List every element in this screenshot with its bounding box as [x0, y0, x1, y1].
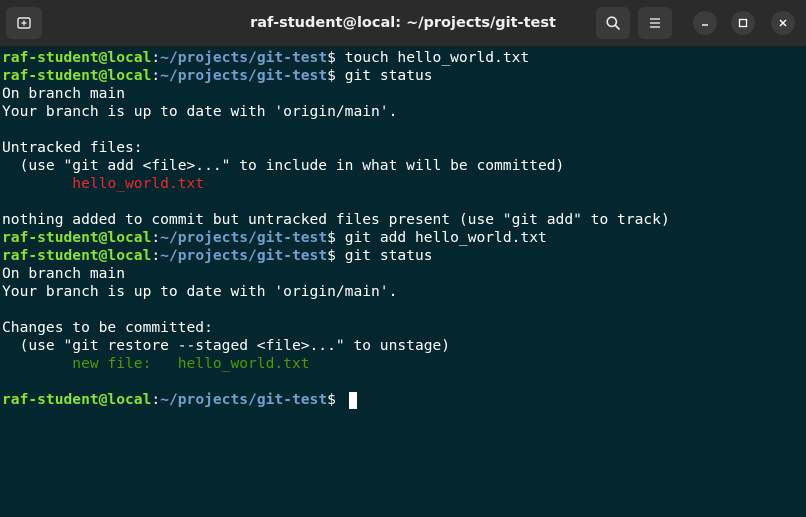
prompt-user-host: raf-student@local: [2, 49, 152, 66]
prompt-user-host: raf-student@local: [2, 247, 152, 264]
title-bar[interactable]: raf-student@local: ~/projects/git-test: [0, 0, 806, 47]
command-text: git status: [344, 67, 433, 84]
search-icon: [605, 15, 621, 31]
prompt-symbol: $: [327, 49, 345, 66]
prompt-symbol: $: [327, 229, 345, 246]
output-line: Your branch is up to date with 'origin/m…: [2, 283, 398, 300]
close-icon: [778, 18, 788, 28]
output-line: Untracked files:: [2, 139, 143, 156]
menu-button[interactable]: [638, 7, 672, 39]
prompt-path: ~/projects/git-test: [160, 49, 328, 66]
prompt-separator: :: [151, 391, 161, 408]
prompt-path: ~/projects/git-test: [160, 247, 328, 264]
terminal-line: raf-student@local:~/projects/git-test$ g…: [2, 247, 796, 265]
output-line: (use "git restore --staged <file>..." to…: [2, 337, 451, 354]
terminal-line: raf-student@local:~/projects/git-test$ t…: [2, 49, 796, 67]
prompt-separator: :: [151, 229, 161, 246]
output-line: Your branch is up to date with 'origin/m…: [2, 103, 398, 120]
maximize-button[interactable]: [731, 11, 755, 35]
command-text: git status: [344, 247, 433, 264]
staged-file: new file: hello_world.txt: [72, 355, 310, 372]
output-line: new file: hello_world.txt: [2, 355, 796, 373]
output-line: Changes to be committed:: [2, 319, 213, 336]
untracked-file: hello_world.txt: [72, 175, 205, 192]
prompt-separator: :: [151, 247, 161, 264]
prompt-user-host: raf-student@local: [2, 229, 152, 246]
output-line: On branch main: [2, 85, 126, 102]
terminal-line: raf-student@local:~/projects/git-test$ g…: [2, 67, 796, 85]
maximize-icon: [738, 18, 748, 28]
prompt-user-host: raf-student@local: [2, 67, 152, 84]
output-line: On branch main: [2, 265, 126, 282]
command-text: git add hello_world.txt: [344, 229, 547, 246]
hamburger-menu-icon: [648, 16, 662, 30]
prompt-path: ~/projects/git-test: [160, 67, 328, 84]
prompt-separator: :: [151, 67, 161, 84]
terminal-line: raf-student@local:~/projects/git-test$: [2, 391, 796, 409]
output-line: hello_world.txt: [2, 175, 796, 193]
prompt-path: ~/projects/git-test: [160, 391, 328, 408]
terminal-line: raf-student@local:~/projects/git-test$ g…: [2, 229, 796, 247]
output-line: nothing added to commit but untracked fi…: [2, 211, 670, 228]
prompt-symbol: $: [327, 391, 345, 408]
close-button[interactable]: [771, 11, 795, 35]
scrollbar[interactable]: [799, 47, 805, 517]
output-line: (use "git add <file>..." to include in w…: [2, 157, 565, 174]
prompt-separator: :: [151, 49, 161, 66]
terminal-window: raf-student@local: ~/projects/git-test r…: [0, 0, 806, 517]
minimize-icon: [700, 18, 710, 28]
search-button[interactable]: [596, 7, 630, 39]
minimize-button[interactable]: [693, 11, 717, 35]
terminal-output[interactable]: raf-student@local:~/projects/git-test$ t…: [0, 47, 798, 517]
prompt-path: ~/projects/git-test: [160, 229, 328, 246]
window-title: raf-student@local: ~/projects/git-test: [250, 15, 556, 31]
text-cursor[interactable]: [348, 391, 357, 409]
command-text: touch hello_world.txt: [344, 49, 530, 66]
prompt-symbol: $: [327, 67, 345, 84]
prompt-user-host: raf-student@local: [2, 391, 152, 408]
prompt-symbol: $: [327, 247, 345, 264]
